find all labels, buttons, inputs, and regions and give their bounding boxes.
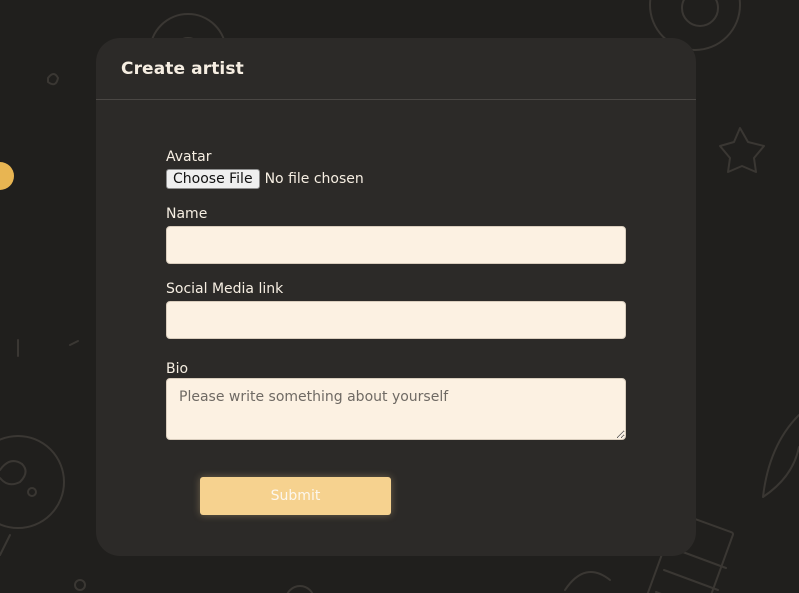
submit-button[interactable]: Submit bbox=[200, 477, 391, 515]
file-status-text: No file chosen bbox=[264, 171, 364, 187]
bio-label: Bio bbox=[166, 361, 189, 377]
create-artist-form: Avatar Choose File No file chosen Name S… bbox=[166, 148, 626, 440]
modal-header: Create artist bbox=[96, 38, 696, 100]
name-field: Name bbox=[166, 205, 626, 264]
avatar-label: Avatar bbox=[166, 149, 212, 165]
name-input[interactable] bbox=[166, 226, 626, 264]
social-media-field: Social Media link bbox=[166, 280, 626, 339]
create-artist-modal: Create artist Avatar Choose File No file… bbox=[96, 38, 696, 556]
avatar-file-input[interactable]: Choose File No file chosen bbox=[166, 169, 626, 189]
social-media-input[interactable] bbox=[166, 301, 626, 339]
name-label: Name bbox=[166, 206, 208, 222]
social-media-label: Social Media link bbox=[166, 281, 284, 297]
modal-title: Create artist bbox=[121, 59, 244, 79]
choose-file-button[interactable]: Choose File bbox=[166, 169, 260, 189]
avatar-field: Avatar Choose File No file chosen bbox=[166, 148, 626, 189]
bio-field: Bio bbox=[166, 360, 626, 440]
bio-textarea[interactable] bbox=[166, 378, 626, 440]
